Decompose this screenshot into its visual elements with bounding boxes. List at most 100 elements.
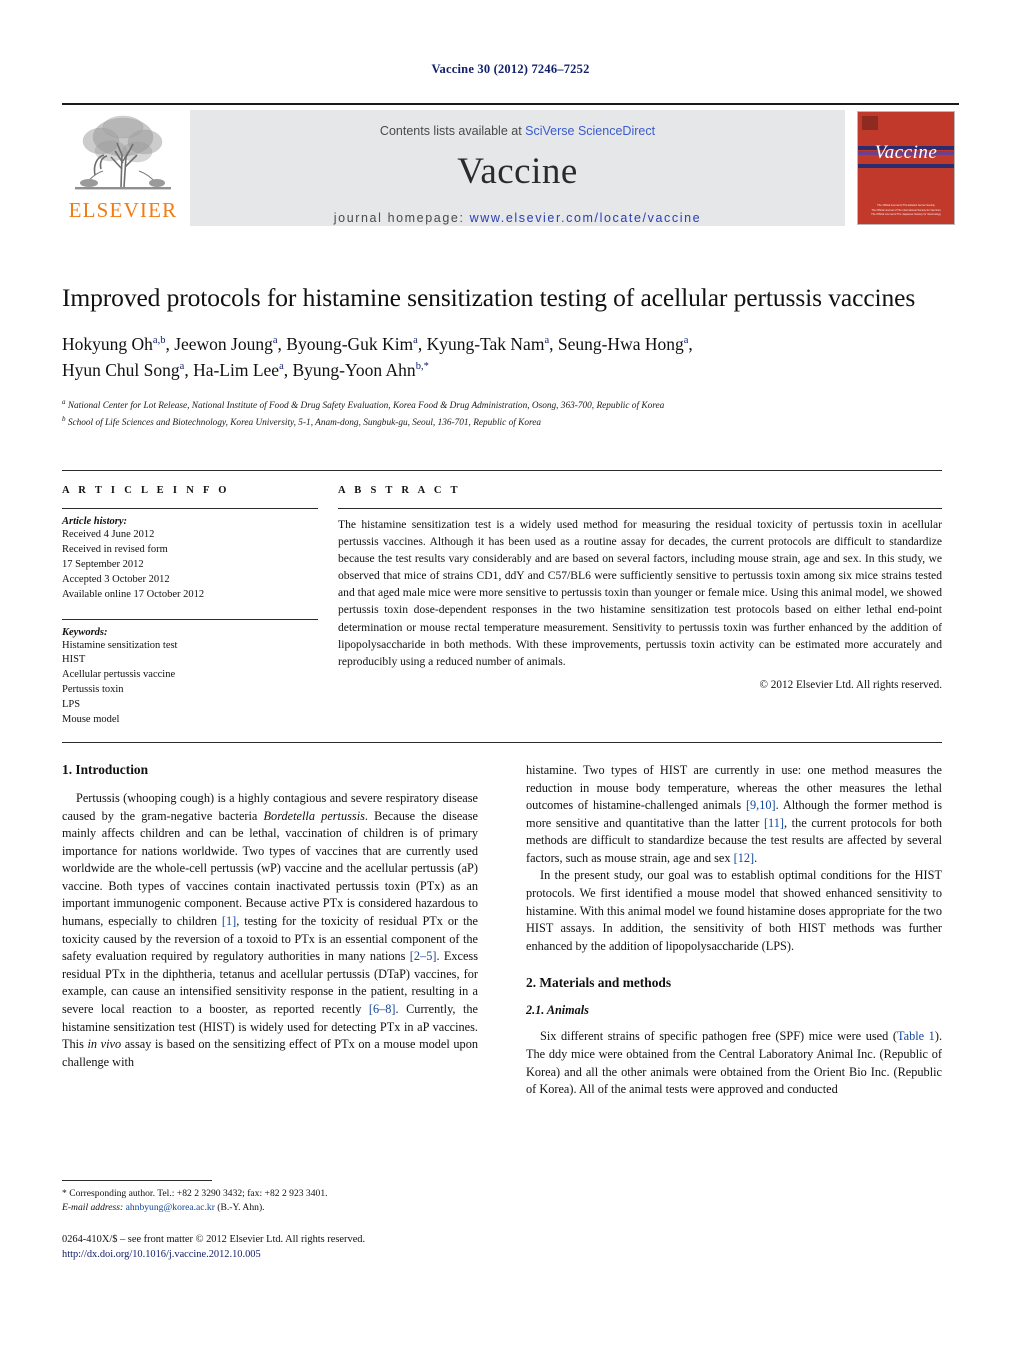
author-affil-mark[interactable]: b,* — [416, 361, 429, 372]
author-sep: , — [165, 334, 175, 355]
keyword-item: Pertussis toxin — [62, 684, 124, 696]
issn-front-matter-line: 0264-410X/$ – see front matter © 2012 El… — [62, 1234, 366, 1245]
keyword-item: Histamine sensitization test — [62, 639, 178, 651]
abstract-column: A B S T R A C T The histamine sensitizat… — [334, 485, 942, 728]
table-1-link[interactable]: Table 1 — [897, 1029, 935, 1043]
email-link[interactable]: ahnbyung@korea.ac.kr — [126, 1202, 215, 1213]
citation-ref[interactable]: [6–8] — [369, 1002, 396, 1016]
body-column-right: histamine. Two types of HIST are current… — [526, 762, 942, 1182]
cover-journal-title: Vaccine — [874, 142, 938, 163]
keywords-block: Keywords: Histamine sensitization test H… — [62, 618, 318, 728]
running-head: Vaccine 30 (2012) 7246–7252 — [431, 62, 590, 76]
author-name: Byoung-Guk Kim — [286, 334, 414, 355]
cover-society-line: The Official Journal of The Edward Jenne… — [877, 204, 935, 208]
email-note: E-mail address: ahnbyung@korea.ac.kr (B.… — [62, 1201, 478, 1215]
journal-homepage-line: journal homepage: www.elsevier.com/locat… — [190, 211, 845, 225]
journal-cover-thumbnail: Vaccine The Official Journal of The Edwa… — [851, 109, 959, 227]
sciencedirect-link[interactable]: SciVerse ScienceDirect — [525, 124, 655, 138]
paragraph-study-goal: In the present study, our goal was to es… — [526, 868, 942, 953]
page-title: Improved protocols for histamine sensiti… — [62, 283, 916, 312]
elsevier-logo: ELSEVIER — [62, 105, 184, 231]
article-history-line: Received 4 June 2012 — [62, 529, 155, 540]
latin-phrase: in vivo — [87, 1037, 122, 1052]
article-history-line: Accepted 3 October 2012 — [62, 573, 170, 585]
author-sep: , — [549, 334, 558, 355]
keyword-item: Acellular pertussis vaccine — [62, 669, 176, 681]
email-label: E-mail address: — [62, 1202, 124, 1214]
divider — [62, 618, 318, 620]
journal-masthead: ELSEVIER Contents lists available at Sci… — [62, 103, 959, 231]
email-owner: (B.-Y. Ahn). — [214, 1202, 265, 1214]
contents-available-line: Contents lists available at SciVerse Sci… — [190, 110, 845, 138]
author-name: Ha-Lim Lee — [193, 359, 280, 380]
article-history-line: Available online 17 October 2012 — [62, 588, 205, 600]
affiliation-item: b School of Life Sciences and Biotechnol… — [62, 414, 942, 431]
footnote-divider — [62, 1180, 212, 1181]
footnote-area: * Corresponding author. Tel.: +82 2 3290… — [62, 1180, 478, 1216]
author-name: Byung-Yoon Ahn — [292, 359, 416, 380]
cover-elsevier-mark — [862, 116, 878, 130]
article-info-column: A R T I C L E I N F O Article history: R… — [62, 485, 334, 728]
article-info-heading: A R T I C L E I N F O — [62, 485, 230, 496]
author-sep: , — [184, 359, 194, 380]
section-heading-introduction: 1. Introduction — [62, 762, 149, 777]
title-block: Improved protocols for histamine sensiti… — [62, 282, 942, 431]
author-name: Seung-Hwa Hong — [557, 334, 684, 355]
body-columns: 1. Introduction Pertussis (whooping coug… — [62, 762, 942, 1182]
author-sep: , — [283, 359, 293, 380]
cover-stripe-bottom — [858, 164, 954, 168]
author-affil-mark[interactable]: a,b — [153, 335, 166, 346]
species-name: Bordetella pertussis — [263, 808, 365, 823]
elsevier-wordmark: ELSEVIER — [68, 198, 178, 222]
paragraph-intro-continued: histamine. Two types of HIST are current… — [526, 762, 942, 867]
imprint-block: 0264-410X/$ – see front matter © 2012 El… — [62, 1232, 522, 1262]
abstract-text: The histamine sensitization test is a wi… — [338, 518, 942, 668]
abstract-heading: A B S T R A C T — [338, 485, 461, 496]
article-history-line: Received in revised form — [62, 543, 168, 555]
author-name: Jeewon Joung — [174, 334, 273, 355]
citation-ref[interactable]: [11] — [764, 816, 784, 830]
doi-link[interactable]: http://dx.doi.org/10.1016/j.vaccine.2012… — [62, 1247, 522, 1262]
keyword-item: Mouse model — [62, 714, 120, 726]
author-name: Hokyung Oh — [62, 334, 153, 355]
subsection-heading-animals: 2.1. Animals — [526, 1003, 589, 1018]
cover-art: Vaccine The Official Journal of The Edwa… — [857, 111, 955, 225]
keyword-item: HIST — [62, 654, 86, 666]
paragraph-text: Six different strains of specific pathog… — [540, 1029, 897, 1044]
affiliation-text: School of Life Sciences and Biotechnolog… — [67, 418, 542, 429]
affiliation-list: a National Center for Lot Release, Natio… — [62, 397, 942, 431]
author-sep: , — [277, 334, 287, 355]
homepage-url-link[interactable]: www.elsevier.com/locate/vaccine — [470, 211, 702, 225]
paragraph-text: . — [754, 850, 758, 865]
article-history-label: Article history: — [62, 516, 128, 527]
paragraph-text: . Because the disease mainly affects chi… — [62, 808, 478, 929]
affiliation-item: a National Center for Lot Release, Natio… — [62, 397, 942, 414]
divider — [338, 508, 942, 509]
divider — [62, 508, 318, 509]
author-name: Hyun Chul Song — [62, 359, 180, 380]
paragraph-text: assay is based on the sensitizing effect… — [62, 1037, 479, 1069]
cover-society-line: The Official Journal of The Japanese Soc… — [871, 213, 941, 217]
author-sep: , — [688, 334, 693, 355]
article-history-line: 17 September 2012 — [62, 558, 144, 570]
citation-ref[interactable]: [9,10] — [746, 798, 776, 812]
citation-ref[interactable]: [2–5] — [410, 949, 437, 963]
contents-prefix: Contents lists available at — [379, 124, 526, 138]
paragraph-intro: Pertussis (whooping cough) is a highly c… — [62, 790, 478, 1071]
author-name: Kyung-Tak Nam — [426, 334, 545, 355]
keyword-item: LPS — [62, 699, 81, 711]
abstract-copyright: © 2012 Elsevier Ltd. All rights reserved… — [759, 678, 943, 691]
keywords-label: Keywords: — [62, 626, 108, 638]
citation-ref[interactable]: [12] — [734, 851, 755, 865]
affiliation-mark: a — [62, 397, 66, 406]
affiliation-mark: b — [62, 415, 66, 424]
paragraph-animals: Six different strains of specific pathog… — [526, 1028, 942, 1098]
journal-title: Vaccine — [457, 151, 578, 192]
citation-ref[interactable]: [1] — [222, 914, 236, 928]
affiliation-text: National Center for Lot Release, Nationa… — [67, 400, 665, 411]
info-abstract-band: A R T I C L E I N F O Article history: R… — [62, 470, 942, 743]
author-list: Hokyung Oha,b, Jeewon Jounga, Byoung-Guk… — [62, 332, 942, 383]
elsevier-tree-icon — [75, 115, 171, 190]
corresponding-author-note: * Corresponding author. Tel.: +82 2 3290… — [62, 1187, 478, 1201]
